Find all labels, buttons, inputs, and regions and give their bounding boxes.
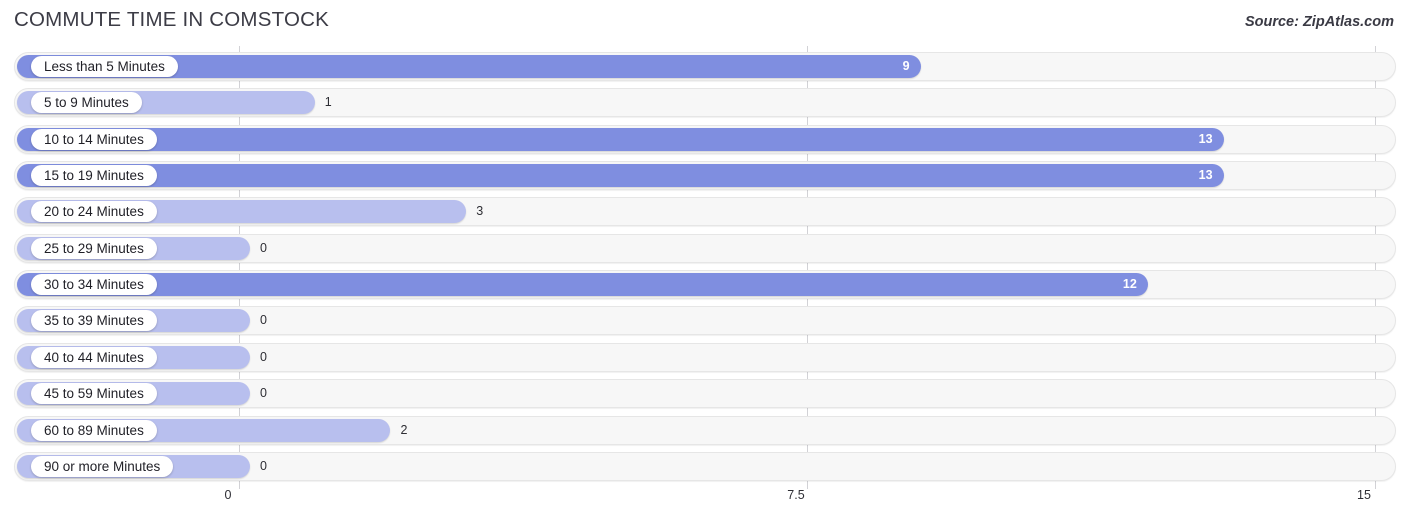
bar-category-label: Less than 5 Minutes bbox=[31, 56, 178, 77]
bar-rows: 9 Less than 5 Minutes 1 5 to 9 Minutes 13 10 … bbox=[0, 46, 1406, 486]
bar-category-label: 20 to 24 Minutes bbox=[31, 201, 157, 223]
bar-category-label: 5 to 9 Minutes bbox=[31, 92, 142, 114]
bar-value-label: 0 bbox=[260, 349, 267, 364]
bar-category-label: 15 to 19 Minutes bbox=[31, 165, 157, 187]
chart-header: COMMUTE TIME IN COMSTOCK Source: ZipAtla… bbox=[0, 0, 1406, 44]
bar-row[interactable]: 0 90 or more Minutes bbox=[14, 451, 1396, 481]
bar-row[interactable]: 1 5 to 9 Minutes bbox=[14, 88, 1396, 118]
x-axis: 0 7.5 15 bbox=[0, 486, 1406, 522]
bar-category-label: 45 to 59 Minutes bbox=[31, 383, 157, 405]
bar-row[interactable]: 12 30 to 34 Minutes bbox=[14, 270, 1396, 300]
bar-category-label: 90 or more Minutes bbox=[31, 455, 174, 477]
bar-row[interactable]: 0 35 to 39 Minutes bbox=[14, 306, 1396, 336]
bar-row[interactable]: 0 45 to 59 Minutes bbox=[14, 379, 1396, 409]
bar-category-label: 10 to 14 Minutes bbox=[31, 128, 157, 150]
bar-value-label: 1 bbox=[324, 95, 332, 110]
bar-value-label: 0 bbox=[260, 458, 267, 473]
x-axis-tick-label: 15 bbox=[1357, 488, 1371, 502]
x-axis-tick-label: 7.5 bbox=[787, 488, 805, 502]
bar-row[interactable]: 13 10 to 14 Minutes bbox=[14, 124, 1396, 154]
bar-row[interactable]: 0 40 to 44 Minutes bbox=[14, 342, 1396, 372]
bar-row[interactable]: 2 60 to 89 Minutes bbox=[14, 415, 1396, 445]
bar-fill: 13 bbox=[17, 164, 1224, 188]
bar-value-label: 2 bbox=[400, 422, 408, 437]
bar-value-label: 12 bbox=[1122, 277, 1137, 292]
bar-fill: 13 bbox=[17, 127, 1224, 151]
bar-row[interactable]: 9 Less than 5 Minutes bbox=[14, 52, 1396, 81]
x-axis-tick-label: 0 bbox=[224, 488, 232, 502]
bar-category-label: 30 to 34 Minutes bbox=[31, 274, 157, 296]
bar-category-label: 35 to 39 Minutes bbox=[31, 310, 157, 332]
bar-category-label: 60 to 89 Minutes bbox=[31, 419, 157, 441]
bar-row[interactable]: 0 25 to 29 Minutes bbox=[14, 233, 1396, 263]
plot-area: 9 Less than 5 Minutes 1 5 to 9 Minutes 13 10 … bbox=[0, 46, 1406, 489]
bar-value-label: 13 bbox=[1198, 131, 1213, 146]
bar-row[interactable]: 3 20 to 24 Minutes bbox=[14, 197, 1396, 227]
bar-value-label: 9 bbox=[902, 59, 910, 73]
bar-category-label: 25 to 29 Minutes bbox=[31, 237, 157, 259]
source-label: Source: ZipAtlas.com bbox=[1244, 14, 1394, 30]
bar-value-label: 0 bbox=[260, 240, 267, 255]
bar-value-label: 13 bbox=[1198, 168, 1213, 183]
page-title: COMMUTE TIME IN COMSTOCK bbox=[14, 8, 329, 31]
bar-category-label: 40 to 44 Minutes bbox=[31, 346, 157, 368]
bar-row[interactable]: 13 15 to 19 Minutes bbox=[14, 161, 1396, 191]
bar-value-label: 3 bbox=[476, 204, 484, 219]
bar-value-label: 0 bbox=[260, 313, 267, 328]
bar-fill: 12 bbox=[17, 273, 1148, 297]
bar-value-label: 0 bbox=[260, 386, 267, 401]
